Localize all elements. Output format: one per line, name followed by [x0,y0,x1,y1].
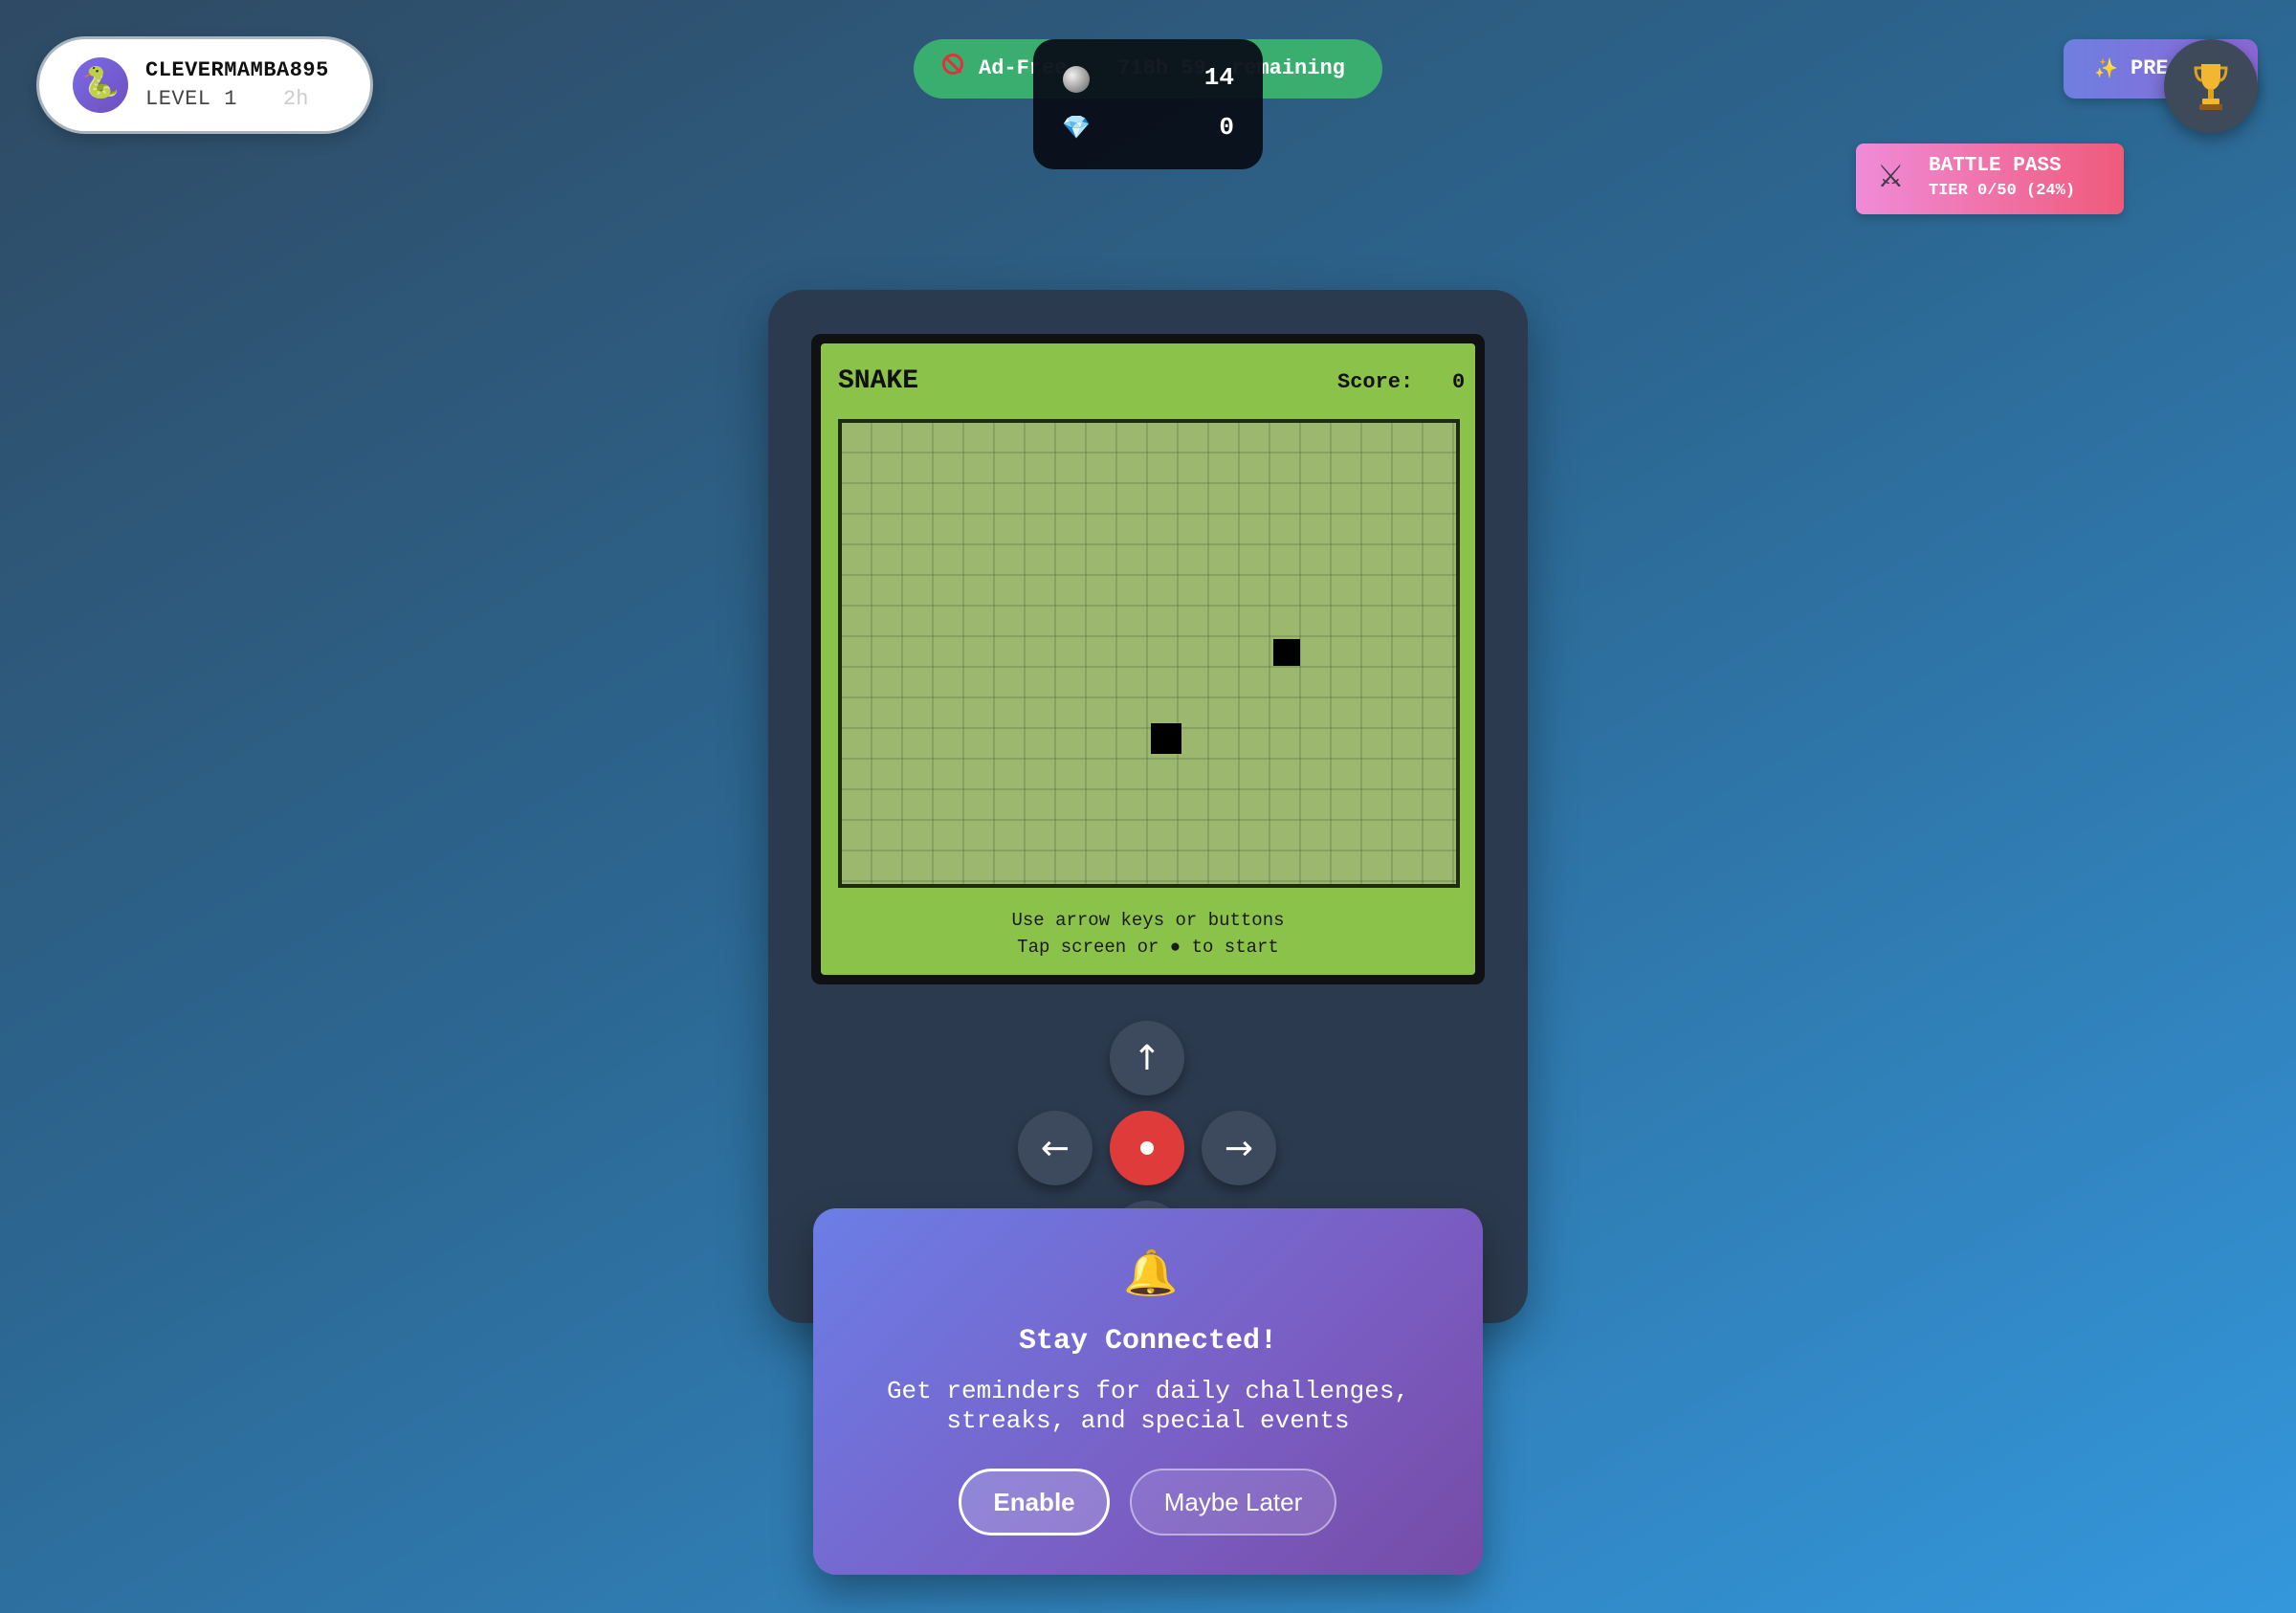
currency-panel: 14 💎 0 [1033,39,1263,169]
notification-title: Stay Connected! [1018,1325,1278,1358]
battle-pass-button[interactable]: ⚔ BATTLE PASS TIER 0/50 (24%) [1856,144,2124,214]
snake-icon: 🐍 [73,57,128,113]
score-label: Score: [1337,370,1414,394]
notification-prompt: 🔔 Stay Connected! Get reminders for dail… [813,1208,1483,1575]
notification-body: Get reminders for daily challenges, stre… [886,1377,1410,1435]
dot-icon [1140,1141,1154,1155]
instruction-line: Use arrow keys or buttons [1011,910,1285,931]
snake-segment [1151,723,1181,754]
sparkle-icon: ✨ [2094,56,2118,79]
player-level: LEVEL 1 [145,87,237,111]
screen-bezel: SNAKE Score: 0 Use arrow keys or buttons… [811,334,1485,984]
battle-pass-tier: TIER 0/50 (24%) [1929,182,2076,200]
crossed-swords-icon: ⚔ [1877,158,1905,194]
no-ads-icon [942,54,963,75]
player-profile-pill[interactable]: 🐍 CLEVERMAMBA895 LEVEL 1 2h [39,39,370,131]
arrow-right-icon: → [1224,1128,1254,1168]
game-screen[interactable]: SNAKE Score: 0 Use arrow keys or buttons… [821,343,1475,975]
coin-icon [1063,66,1090,93]
maybe-later-button[interactable]: Maybe Later [1130,1469,1336,1536]
player-name: CLEVERMAMBA895 [145,58,329,82]
player-level-overlap-text: 2h [283,87,309,111]
premium-label: PRE [2130,56,2169,80]
game-board[interactable] [838,419,1460,888]
instruction-line: Tap screen or ● to start [1017,937,1279,958]
left-arrow-button[interactable]: ← [1018,1111,1093,1185]
trophy-button[interactable] [2164,39,2258,133]
enable-button[interactable]: Enable [959,1469,1110,1536]
start-button[interactable] [1110,1111,1184,1185]
battle-pass-title: BATTLE PASS [1929,155,2062,177]
arrow-up-icon: ↑ [1132,1038,1162,1078]
gem-icon: 💎 [1062,114,1091,141]
right-arrow-button[interactable]: → [1202,1111,1276,1185]
game-title: SNAKE [838,366,919,396]
trophy-icon [2194,64,2228,110]
score-value: 0 [1452,370,1466,394]
bell-icon: 🔔 [1123,1247,1179,1298]
game-console: SNAKE Score: 0 Use arrow keys or buttons… [768,290,1528,1323]
up-arrow-button[interactable]: ↑ [1110,1021,1184,1095]
food-pellet [1273,639,1300,666]
gem-count: 0 [1219,113,1234,142]
arrow-left-icon: ← [1040,1128,1071,1168]
coin-count: 14 [1203,63,1234,92]
